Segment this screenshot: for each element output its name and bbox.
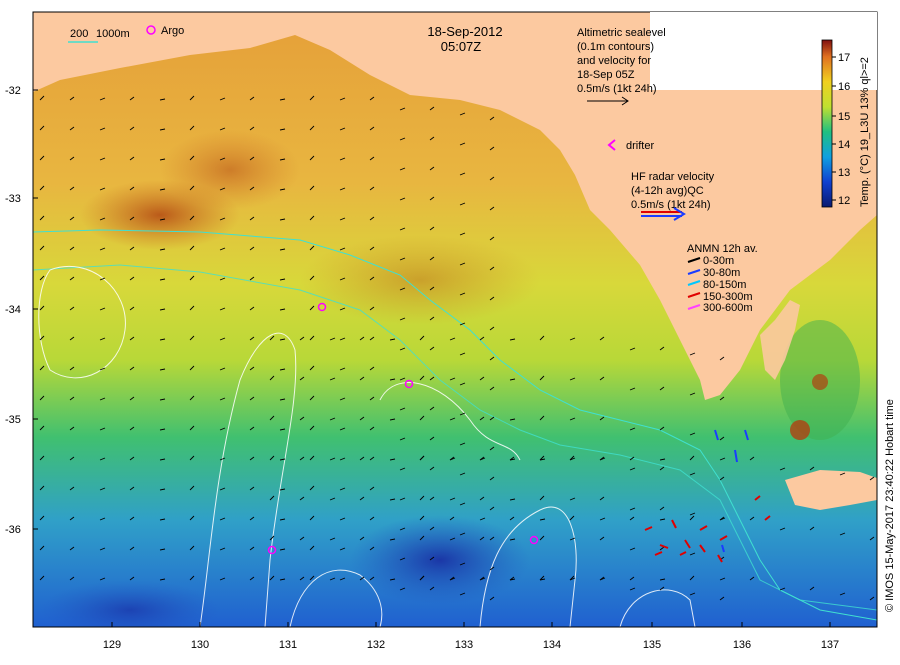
map-svg: 200 1000m Argo 18-Sep-2012 05:07Z Altime… xyxy=(5,11,896,651)
argo-label: Argo xyxy=(161,25,184,37)
hf-line-1: HF radar velocity xyxy=(631,171,715,183)
anmn-title: ANMN 12h av. xyxy=(687,243,758,255)
x-tick-label: 135 xyxy=(643,639,661,651)
credit-text: © IMOS 15-May-2017 23:40:22 Hobart time xyxy=(884,399,896,612)
x-tick-label: 130 xyxy=(191,639,209,651)
y-tick-label: -35 xyxy=(5,414,21,426)
altimetry-line-4: 18-Sep 05Z xyxy=(577,69,635,81)
colorbar-ramp xyxy=(821,39,833,208)
isobath-label: 200 xyxy=(70,28,88,40)
legend-white-area xyxy=(650,12,877,90)
colorbar-label: Temp. (°C) 19_L3U 13% ql>=2 xyxy=(859,57,871,207)
colorbar-tick: 13 xyxy=(838,167,850,179)
altimetry-line-3: and velocity for xyxy=(577,55,651,67)
x-tick-label: 129 xyxy=(103,639,121,651)
y-tick-label: -33 xyxy=(5,193,21,205)
x-tick-label: 136 xyxy=(733,639,751,651)
altimetry-line-5: 0.5m/s (1kt 24h) xyxy=(577,83,656,95)
y-tick-label: -34 xyxy=(5,304,21,316)
x-tick-label: 131 xyxy=(279,639,297,651)
svg-text:80-150m: 80-150m xyxy=(703,279,746,291)
colorbar-tick: 12 xyxy=(838,195,850,207)
hf-line-3: 0.5m/s (1kt 24h) xyxy=(631,199,710,211)
colorbar-tick: 16 xyxy=(838,81,850,93)
y-tick-label: -36 xyxy=(5,524,21,536)
date-title: 18-Sep-2012 xyxy=(427,24,502,39)
x-tick-label: 137 xyxy=(821,639,839,651)
isobath-label-2: 1000m xyxy=(96,28,130,40)
svg-text:300-600m: 300-600m xyxy=(703,302,753,314)
svg-text:0-30m: 0-30m xyxy=(703,255,734,267)
time-title: 05:07Z xyxy=(441,39,482,54)
x-tick-label: 134 xyxy=(543,639,561,651)
colorbar-tick: 14 xyxy=(838,139,850,151)
svg-text:30-80m: 30-80m xyxy=(703,267,740,279)
drifter-label: drifter xyxy=(626,140,654,152)
y-tick-label: -32 xyxy=(5,85,21,97)
hf-line-2: (4-12h avg)QC xyxy=(631,185,704,197)
altimetry-line-1: Altimetric sealevel xyxy=(577,27,666,39)
colorbar-tick: 17 xyxy=(838,52,850,64)
x-tick-label: 132 xyxy=(367,639,385,651)
x-tick-label: 133 xyxy=(455,639,473,651)
altimetry-line-2: (0.1m contours) xyxy=(577,41,654,53)
sst-map: 200 1000m Argo 18-Sep-2012 05:07Z Altime… xyxy=(0,0,900,660)
colorbar-tick: 15 xyxy=(838,111,850,123)
